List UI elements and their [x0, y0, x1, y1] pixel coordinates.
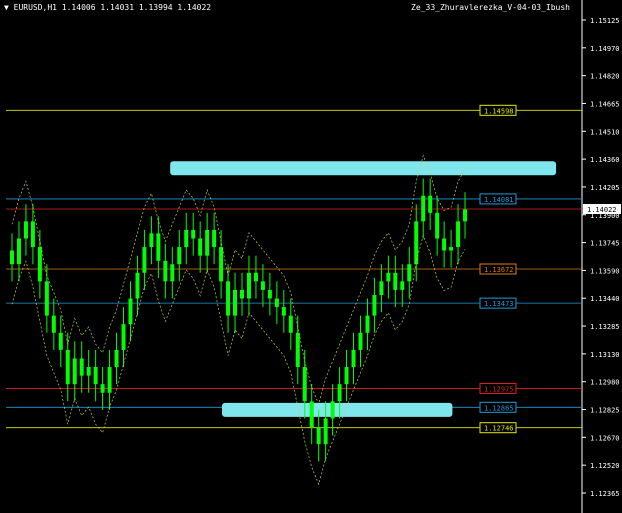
- support-resistance-zone: [222, 402, 453, 417]
- level-label: 1.14598: [484, 107, 514, 115]
- candle-body: [435, 212, 440, 239]
- candle-body: [372, 295, 377, 316]
- candle-body: [365, 315, 370, 333]
- price-tick-label: 1.12670: [590, 434, 620, 442]
- candle-body: [351, 349, 356, 368]
- candle-body: [309, 401, 314, 428]
- chart-window[interactable]: 1.15125 1.14970 1.14820 1.14665 1.14510 1.143…: [0, 0, 622, 513]
- candle-body: [30, 221, 35, 248]
- candle-body: [337, 384, 342, 402]
- candle-body: [442, 238, 447, 251]
- price-tick-label: 1.14820: [590, 73, 620, 81]
- candle-body: [233, 289, 238, 316]
- price-tick-label: 1.13745: [590, 240, 620, 248]
- candle-body: [463, 209, 468, 222]
- candle-body: [400, 281, 405, 290]
- candle-body: [10, 250, 14, 265]
- candle-body: [198, 238, 203, 256]
- candle-body: [156, 233, 161, 261]
- candle-body: [449, 247, 454, 251]
- price-tick-label: 1.14510: [590, 128, 620, 136]
- candle-body: [288, 315, 293, 333]
- price-tick-label: 1.14970: [590, 45, 620, 53]
- candle-body: [407, 264, 412, 282]
- candle-body: [170, 264, 175, 282]
- price-tick-label: 1.14360: [590, 156, 620, 164]
- candle-body: [37, 247, 42, 282]
- price-tick-label: 1.15125: [590, 17, 620, 25]
- candle-body: [114, 349, 119, 368]
- candle-body: [302, 367, 307, 402]
- candle-body: [100, 384, 105, 393]
- candle-body: [149, 233, 154, 248]
- candle-body: [267, 289, 272, 299]
- candle-body: [72, 358, 77, 385]
- candle-body: [23, 221, 28, 239]
- candle-body: [58, 332, 63, 350]
- candle-body: [107, 367, 112, 393]
- price-tick-label: 1.13440: [590, 295, 620, 303]
- candle-body: [240, 289, 244, 299]
- candle-body: [142, 247, 147, 273]
- level-label: 1.14081: [484, 196, 514, 204]
- candle-body: [191, 229, 196, 239]
- price-tick-label: 1.13590: [590, 267, 620, 275]
- candle-body: [428, 195, 433, 213]
- level-label: 1.13672: [484, 266, 514, 274]
- level-label: 1.12975: [484, 385, 514, 393]
- price-tick-label: 1.12365: [590, 490, 620, 498]
- candle-body: [65, 349, 70, 385]
- candle-body: [316, 427, 321, 445]
- price-tick-label: 1.14665: [590, 100, 620, 108]
- price-tick-label: 1.14205: [590, 184, 620, 192]
- candle-body: [330, 401, 335, 419]
- candle-body: [393, 272, 398, 290]
- level-label: 1.13473: [484, 300, 514, 308]
- candle-body: [379, 281, 384, 296]
- support-resistance-zone: [170, 161, 557, 176]
- level-label: 1.12865: [484, 404, 514, 412]
- candle-body: [414, 221, 419, 265]
- price-tick-label: 1.12520: [590, 462, 620, 470]
- candle-body: [86, 367, 91, 376]
- chart-header: ▼ EURUSD,H1 1.14006 1.14031 1.13994 1.14…: [0, 0, 622, 16]
- candle-body: [386, 272, 391, 282]
- indicator-name: Ze_33_Zhuravlerezka_V-04-03_Ibush: [411, 3, 570, 12]
- candle-body: [421, 195, 426, 222]
- candle-body: [128, 298, 133, 325]
- candle-body: [51, 315, 56, 333]
- level-label: 1.12746: [484, 425, 514, 433]
- candle-body: [44, 281, 49, 316]
- candle-body: [246, 272, 251, 299]
- price-tick-label: 1.13130: [590, 351, 620, 359]
- candle-body: [253, 272, 258, 282]
- price-chart[interactable]: 1.15125 1.14970 1.14820 1.14665 1.14510 1.143…: [0, 0, 622, 513]
- candle-body: [219, 247, 224, 282]
- candle-body: [163, 260, 168, 282]
- candle-body: [344, 367, 349, 385]
- candle-body: [358, 332, 363, 350]
- candle-body: [93, 367, 98, 385]
- candle-body: [281, 307, 286, 316]
- current-price-label: 1.14022: [587, 206, 617, 214]
- price-tick-label: 1.12980: [590, 379, 620, 387]
- candle-body: [79, 358, 84, 376]
- candle-body: [274, 298, 279, 308]
- candle-body: [184, 229, 189, 248]
- candle-body: [212, 229, 217, 248]
- price-tick-label: 1.12825: [590, 407, 620, 415]
- candle-body: [205, 229, 210, 256]
- candle-body: [135, 272, 140, 299]
- candle-body: [16, 238, 21, 265]
- price-tick-label: 1.13285: [590, 323, 620, 331]
- candle-body: [260, 281, 265, 290]
- candle-body: [456, 221, 461, 248]
- candle-body: [177, 247, 182, 265]
- candle-body: [323, 418, 328, 445]
- symbol-info: ▼ EURUSD,H1 1.14006 1.14031 1.13994 1.14…: [4, 3, 212, 12]
- candle-body: [121, 324, 126, 350]
- candle-body: [295, 332, 300, 368]
- candle-body: [226, 281, 231, 316]
